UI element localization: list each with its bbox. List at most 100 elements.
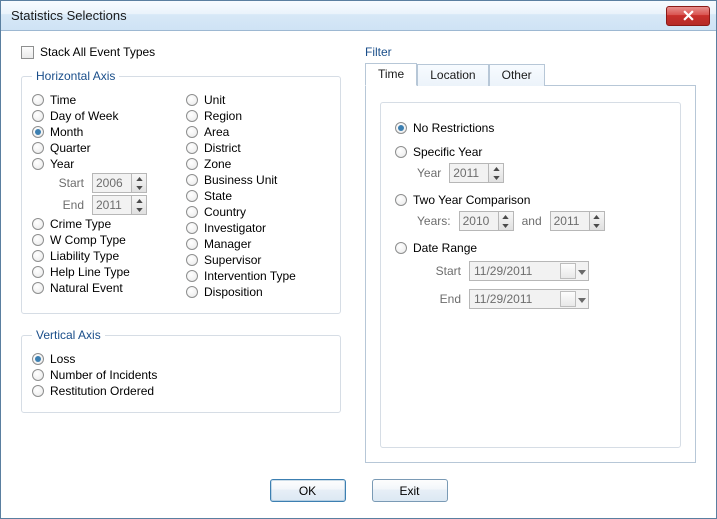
close-button[interactable] — [666, 6, 710, 26]
radio-icon — [186, 126, 198, 138]
left-column: Stack All Event Types Horizontal Axis Ti… — [21, 45, 341, 463]
button-bar: OK Exit — [1, 479, 716, 502]
two-year-a-value[interactable] — [459, 211, 499, 231]
client-area: Stack All Event Types Horizontal Axis Ti… — [1, 31, 716, 518]
spinner-buttons[interactable] — [489, 163, 504, 183]
chevron-down-icon — [136, 208, 143, 212]
tab-time[interactable]: Time — [365, 63, 417, 86]
radio-icon — [32, 266, 44, 278]
radio-label: Year — [50, 157, 74, 171]
radio-disposition[interactable]: Disposition — [186, 285, 330, 299]
radio-icon — [186, 238, 198, 250]
specific-year-spinner[interactable] — [449, 163, 504, 183]
two-year-a-spinner[interactable] — [459, 211, 514, 231]
date-start-picker[interactable]: 11/29/2011 — [469, 261, 589, 281]
horizontal-axis-group: Horizontal Axis Time Day of Week Month Quar… — [21, 69, 341, 314]
radio-unit[interactable]: Unit — [186, 93, 330, 107]
dialog-window: Statistics Selections Stack All Event Ty… — [0, 0, 717, 519]
radio-icon — [395, 242, 407, 254]
chevron-down-icon — [593, 224, 600, 228]
radio-day-of-week[interactable]: Day of Week — [32, 109, 176, 123]
radio-label: Day of Week — [50, 109, 118, 123]
radio-icon — [186, 142, 198, 154]
radio-icon — [32, 353, 44, 365]
specific-year-value[interactable] — [449, 163, 489, 183]
window-title: Statistics Selections — [11, 8, 127, 23]
spinner-buttons[interactable] — [499, 211, 514, 231]
ok-button[interactable]: OK — [270, 479, 346, 502]
exit-button[interactable]: Exit — [372, 479, 448, 502]
radio-icon — [32, 142, 44, 154]
radio-icon — [186, 94, 198, 106]
radio-icon — [186, 174, 198, 186]
stack-label: Stack All Event Types — [40, 45, 155, 59]
chevron-down-icon — [136, 186, 143, 190]
date-end-value: 11/29/2011 — [474, 292, 532, 306]
two-year-b-value[interactable] — [550, 211, 590, 231]
year-start-value[interactable] — [92, 173, 132, 193]
date-end-picker[interactable]: 11/29/2011 — [469, 289, 589, 309]
chevron-up-icon — [502, 215, 509, 219]
radio-month[interactable]: Month — [32, 125, 176, 139]
radio-region[interactable]: Region — [186, 109, 330, 123]
radio-icon — [32, 250, 44, 262]
radio-state[interactable]: State — [186, 189, 330, 203]
radio-icon — [186, 222, 198, 234]
radio-liability-type[interactable]: Liability Type — [32, 249, 176, 263]
two-year-b-spinner[interactable] — [550, 211, 605, 231]
radio-district[interactable]: District — [186, 141, 330, 155]
radio-natural-event[interactable]: Natural Event — [32, 281, 176, 295]
radio-loss[interactable]: Loss — [32, 352, 330, 366]
radio-no-restrictions[interactable]: No Restrictions — [395, 121, 666, 135]
radio-zone[interactable]: Zone — [186, 157, 330, 171]
radio-specific-year[interactable]: Specific Year — [395, 145, 666, 159]
radio-label: W Comp Type — [50, 233, 126, 247]
specific-year-label: Year — [417, 166, 441, 180]
tab-location[interactable]: Location — [417, 64, 488, 86]
radio-time[interactable]: Time — [32, 93, 176, 107]
radio-label: Business Unit — [204, 173, 277, 187]
date-end-label: End — [417, 292, 461, 306]
spinner-buttons[interactable] — [132, 195, 147, 215]
radio-restitution-ordered[interactable]: Restitution Ordered — [32, 384, 330, 398]
radio-label: Disposition — [204, 285, 263, 299]
radio-area[interactable]: Area — [186, 125, 330, 139]
radio-label: Quarter — [50, 141, 91, 155]
radio-icon — [186, 254, 198, 266]
horizontal-axis-legend: Horizontal Axis — [32, 69, 119, 83]
radio-icon — [32, 282, 44, 294]
calendar-icon — [560, 263, 576, 279]
radio-label: Time — [50, 93, 76, 107]
radio-crime-type[interactable]: Crime Type — [32, 217, 176, 231]
tab-other[interactable]: Other — [489, 64, 545, 86]
year-end-spinner[interactable] — [92, 195, 147, 215]
spinner-buttons[interactable] — [590, 211, 605, 231]
radio-manager[interactable]: Manager — [186, 237, 330, 251]
haxis-col1: TimeDay of WeekMonthQuarterYearStartEndC… — [32, 91, 176, 301]
radio-w-comp-type[interactable]: W Comp Type — [32, 233, 176, 247]
year-end-value[interactable] — [92, 195, 132, 215]
radio-country[interactable]: Country — [186, 205, 330, 219]
radio-help-line-type[interactable]: Help Line Type — [32, 265, 176, 279]
calendar-icon — [560, 291, 576, 307]
radio-supervisor[interactable]: Supervisor — [186, 253, 330, 267]
year-start-spinner[interactable] — [92, 173, 147, 193]
radio-icon — [32, 94, 44, 106]
radio-intervention-type[interactable]: Intervention Type — [186, 269, 330, 283]
radio-two-year[interactable]: Two Year Comparison — [395, 193, 666, 207]
radio-quarter[interactable]: Quarter — [32, 141, 176, 155]
radio-year[interactable]: Year — [32, 157, 176, 171]
radio-investigator[interactable]: Investigator — [186, 221, 330, 235]
radio-number-of-incidents[interactable]: Number of Incidents — [32, 368, 330, 382]
radio-business-unit[interactable]: Business Unit — [186, 173, 330, 187]
chevron-up-icon — [493, 167, 500, 171]
radio-label: Restitution Ordered — [50, 384, 154, 398]
radio-icon — [32, 158, 44, 170]
year-start-label: Start — [54, 176, 84, 190]
radio-icon — [32, 218, 44, 230]
stack-checkbox-row[interactable]: Stack All Event Types — [21, 45, 341, 59]
radio-date-range[interactable]: Date Range — [395, 241, 666, 255]
radio-icon — [186, 206, 198, 218]
spinner-buttons[interactable] — [132, 173, 147, 193]
titlebar: Statistics Selections — [1, 1, 716, 31]
